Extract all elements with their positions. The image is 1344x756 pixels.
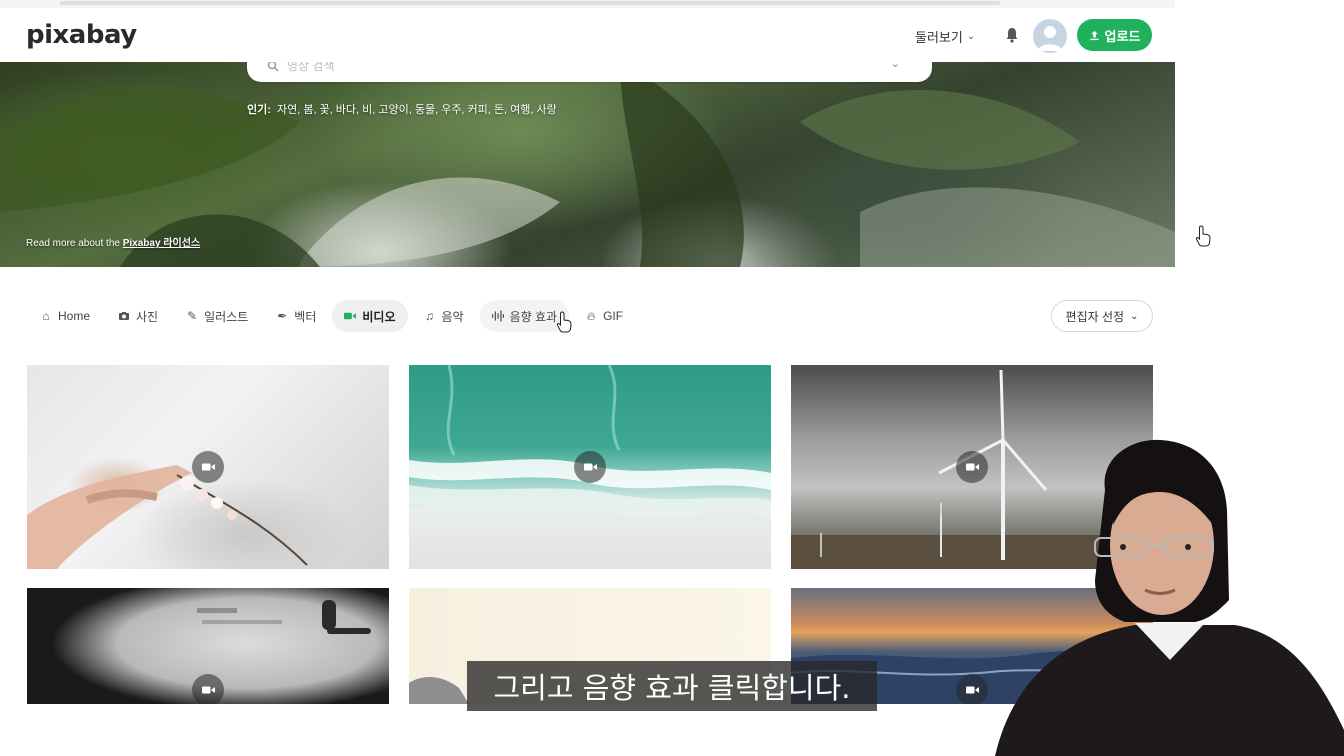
brush-icon: ✎ <box>187 309 198 323</box>
pixabay-logo[interactable]: pixabay <box>26 20 137 50</box>
search-icon <box>267 62 279 72</box>
editor-select-dropdown[interactable]: 편집자 선정 ⌄ <box>1051 300 1153 332</box>
video-thumbnail[interactable] <box>409 365 771 569</box>
site-header: pixabay 둘러보기 ⌄ 업로드 <box>0 8 1175 62</box>
search-input[interactable]: 영상 검색 <box>287 62 335 74</box>
explore-label: 둘러보기 <box>915 30 963 45</box>
user-avatar[interactable] <box>1033 19 1067 53</box>
license-note: Read more about the Pixabay 라이선스 <box>26 234 200 249</box>
tab-music[interactable]: ♫ 음악 <box>412 300 476 332</box>
tab-photos[interactable]: 사진 <box>106 300 170 332</box>
license-link[interactable]: Pixabay 라이선스 <box>123 238 200 249</box>
hero-banner: 영상 검색 ⌄ 인기: 자연, 봄, 꽃, 바다, 비, 고양이, 동물, 우주… <box>0 62 1175 267</box>
play-video-icon <box>192 451 224 483</box>
flame-icon: 🔥︎ <box>586 308 596 323</box>
tab-home[interactable]: ⌂ Home <box>28 300 102 332</box>
tab-label: 비디오 <box>362 309 396 324</box>
video-icon <box>344 312 357 320</box>
user-icon <box>1038 26 1062 51</box>
chevron-down-icon: ⌄ <box>1130 310 1139 322</box>
popular-terms[interactable]: 자연, 봄, 꽃, 바다, 비, 고양이, 동물, 우주, 커피, 돈, 여행,… <box>277 104 557 116</box>
popular-label: 인기: <box>247 104 271 116</box>
tab-videos[interactable]: 비디오 <box>332 300 408 332</box>
pen-nib-icon: ✒ <box>277 309 288 323</box>
tab-label: 일러스트 <box>204 309 249 324</box>
video-thumbnail[interactable] <box>27 588 389 704</box>
editor-select-label: 편집자 선정 <box>1065 309 1125 324</box>
upload-button[interactable]: 업로드 <box>1077 19 1152 51</box>
popular-searches: 인기: 자연, 봄, 꽃, 바다, 비, 고양이, 동물, 우주, 커피, 돈,… <box>247 101 557 117</box>
tab-illustrations[interactable]: ✎ 일러스트 <box>174 300 260 332</box>
video-subtitle: 그리고 음향 효과 클릭합니다. <box>467 661 877 711</box>
upload-icon <box>1089 30 1099 40</box>
tab-gif[interactable]: 🔥︎ GIF <box>573 300 635 332</box>
tab-label: 사진 <box>136 309 159 324</box>
camera-icon <box>119 312 130 320</box>
tab-label: Home <box>58 309 91 323</box>
pointer-hand-cursor-icon <box>556 311 572 333</box>
category-nav: ⌂ Home 사진 ✎ 일러스트 ✒ 벡터 비디오 ♫ 음악 음향 효과 🔥︎ … <box>28 300 635 332</box>
search-type-dropdown[interactable]: ⌄ <box>891 62 900 70</box>
screen: pixabay 둘러보기 ⌄ 업로드 영상 검색 ⌄ 인기: 자연, 봄, 꽃,… <box>0 0 1344 756</box>
tab-vectors[interactable]: ✒ 벡터 <box>264 300 328 332</box>
tab-label: GIF <box>603 309 624 323</box>
presenter-webcam-overlay <box>995 439 1344 756</box>
tab-label: 벡터 <box>294 309 317 324</box>
chevron-down-icon: ⌄ <box>966 31 976 42</box>
tab-label: 음악 <box>441 309 464 324</box>
upload-label: 업로드 <box>1104 28 1141 44</box>
pointer-hand-cursor-icon <box>1195 225 1211 247</box>
explore-menu[interactable]: 둘러보기 ⌄ <box>915 27 975 46</box>
tab-label: 음향 효과 <box>509 309 558 324</box>
play-video-icon <box>956 451 988 483</box>
music-note-icon: ♫ <box>425 309 434 323</box>
play-video-icon <box>956 674 988 704</box>
license-prefix: Read more about the <box>26 238 120 249</box>
home-icon: ⌂ <box>42 309 50 323</box>
soundwave-icon <box>491 310 504 322</box>
play-video-icon <box>192 674 224 704</box>
horizontal-scrollbar[interactable] <box>60 1 1000 5</box>
video-thumbnail[interactable] <box>27 365 389 569</box>
play-video-icon <box>574 451 606 483</box>
search-bar[interactable]: 영상 검색 ⌄ <box>247 62 932 82</box>
bell-icon[interactable] <box>1004 26 1020 44</box>
